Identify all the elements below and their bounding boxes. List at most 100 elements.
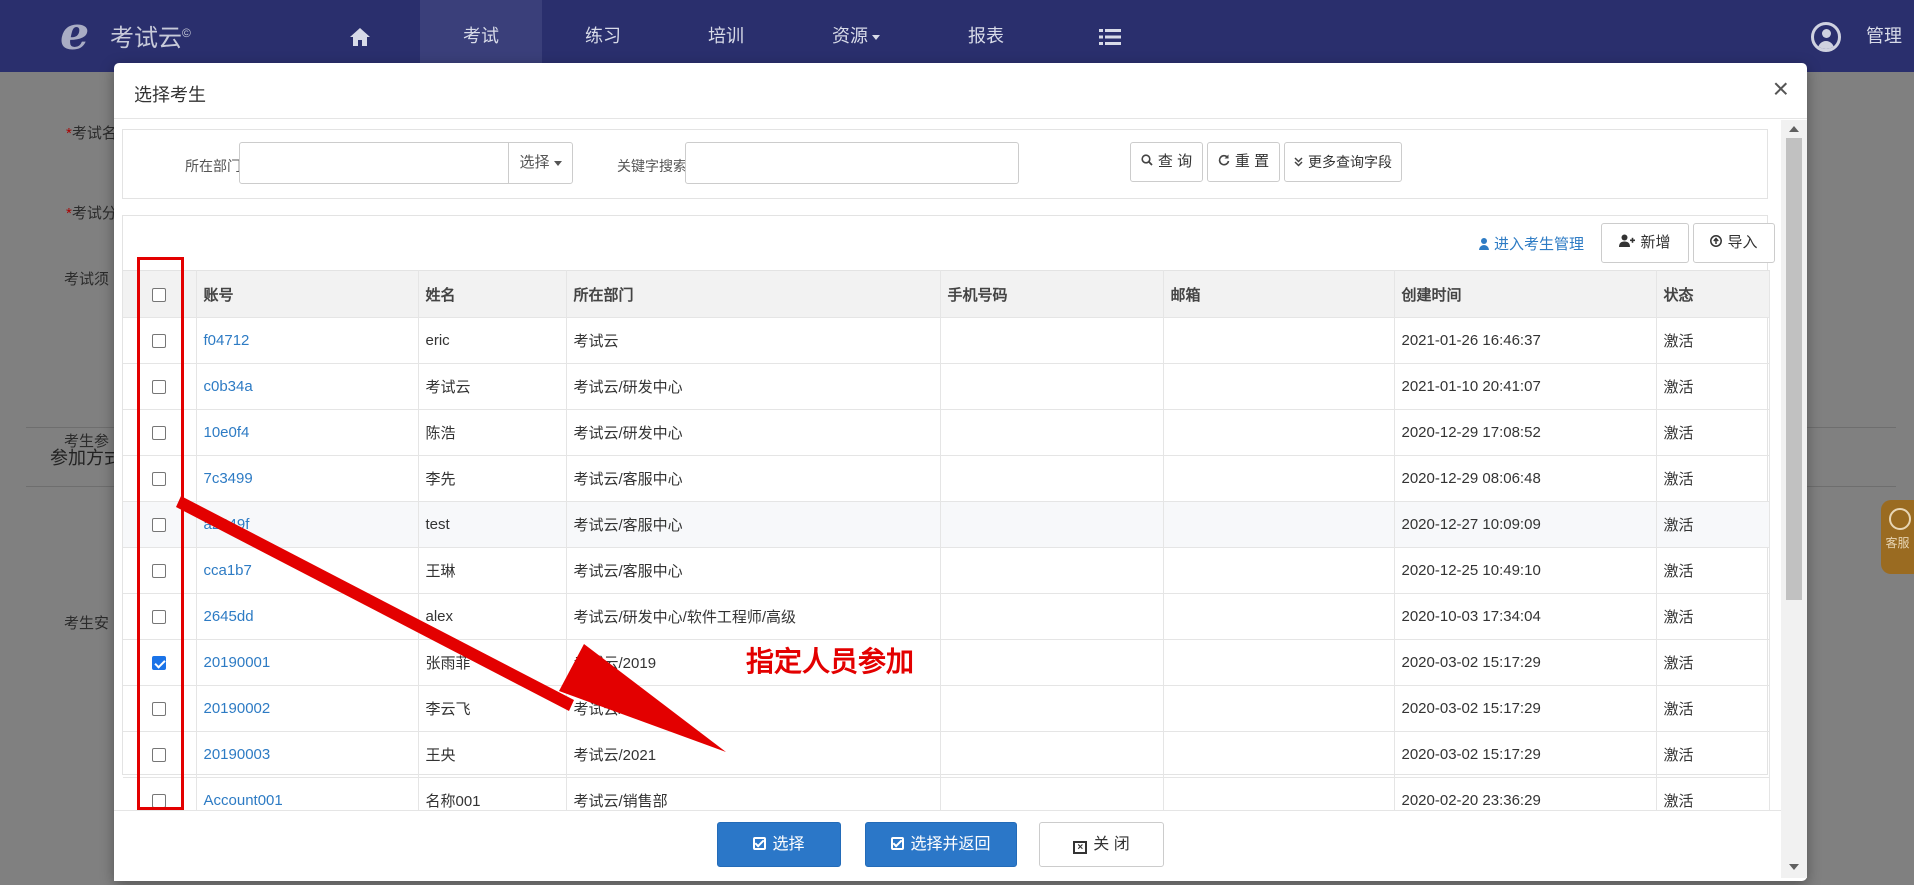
dept-select-button[interactable]: 选择 — [508, 142, 573, 184]
scroll-thumb[interactable] — [1786, 138, 1802, 600]
column-header-phone[interactable]: 手机号码 — [940, 270, 1164, 318]
row-checkbox[interactable] — [152, 518, 167, 533]
table-row[interactable]: f04712 eric 考试云 2021-01-26 16:46:37 激活 — [123, 317, 1770, 364]
table-row[interactable]: c0b34a 考试云 考试云/研发中心 2021-01-10 20:41:07 激活 — [123, 363, 1770, 410]
dept-input[interactable] — [239, 142, 509, 184]
check-square-icon — [753, 837, 767, 850]
row-checkbox-cell — [123, 317, 197, 364]
import-button[interactable]: 导入 — [1693, 223, 1775, 263]
cell-email — [1163, 363, 1395, 410]
cell-account[interactable]: cca1b7 — [196, 547, 419, 594]
user-avatar-icon[interactable] — [1808, 0, 1844, 72]
nav-resource[interactable]: 资源 — [795, 0, 917, 72]
cell-account[interactable]: 20190002 — [196, 685, 419, 732]
query-button[interactable]: 查 询 — [1130, 142, 1203, 182]
select-and-return-button[interactable]: 选择并返回 — [865, 822, 1017, 867]
cell-account[interactable]: a2349f — [196, 501, 419, 548]
list-icon[interactable] — [1090, 0, 1130, 72]
cell-account[interactable]: f04712 — [196, 317, 419, 364]
cell-created: 2020-02-20 23:36:29 — [1394, 777, 1657, 810]
column-header-account[interactable]: 账号 — [196, 270, 419, 318]
scroll-down-arrow-icon[interactable] — [1789, 864, 1799, 870]
home-icon[interactable] — [340, 0, 380, 72]
table-row[interactable]: a2349f test 考试云/客服中心 2020-12-27 10:09:09 激活 — [123, 501, 1770, 548]
modal-footer: 选择 选择并返回 × 关 闭 — [114, 810, 1781, 881]
column-header-email[interactable]: 邮箱 — [1163, 270, 1395, 318]
cell-account[interactable]: 7c3499 — [196, 455, 419, 502]
select-label: 选择 — [772, 836, 805, 853]
table-row[interactable]: cca1b7 王琳 考试云/客服中心 2020-12-25 10:49:10 激活 — [123, 547, 1770, 594]
nav-exam[interactable]: 考试 — [420, 0, 542, 72]
row-checkbox[interactable] — [152, 472, 167, 487]
cell-dept: 考试云/客服中心 — [566, 547, 941, 594]
row-checkbox-cell — [123, 547, 197, 594]
keyword-input[interactable] — [685, 142, 1019, 184]
select-button[interactable]: 选择 — [717, 822, 841, 867]
nav-admin[interactable]: 管理 — [1866, 0, 1914, 72]
cell-status: 激活 — [1656, 501, 1770, 548]
cell-name: 王央 — [418, 731, 567, 778]
row-checkbox[interactable] — [152, 564, 167, 579]
row-checkbox[interactable] — [152, 748, 167, 763]
column-header-status[interactable]: 状态 — [1656, 270, 1770, 318]
cell-status: 激活 — [1656, 363, 1770, 410]
row-checkbox[interactable] — [152, 656, 167, 671]
cell-email — [1163, 777, 1395, 810]
close-button[interactable]: × 关 闭 — [1039, 822, 1164, 867]
dept-select-label: 选择 — [519, 154, 550, 171]
manage-examinee-link[interactable]: 进入考生管理 — [1479, 233, 1584, 254]
cell-status: 激活 — [1656, 593, 1770, 640]
row-checkbox[interactable] — [152, 426, 167, 441]
column-header-name[interactable]: 姓名 — [418, 270, 567, 318]
logo[interactable]: e 考试云© — [60, 10, 191, 56]
row-checkbox[interactable] — [152, 334, 167, 349]
row-checkbox[interactable] — [152, 610, 167, 625]
cell-dept: 考试云/2020 — [566, 685, 941, 732]
cell-email — [1163, 409, 1395, 456]
cell-name: 考试云 — [418, 363, 567, 410]
cell-phone — [940, 501, 1164, 548]
select-all-checkbox[interactable] — [152, 287, 167, 302]
column-header-dept[interactable]: 所在部门 — [566, 270, 941, 318]
cell-account[interactable]: c0b34a — [196, 363, 419, 410]
row-checkbox[interactable] — [152, 702, 167, 717]
cell-name: alex — [418, 593, 567, 640]
cell-account[interactable]: 20190003 — [196, 731, 419, 778]
add-examinee-button[interactable]: 新增 — [1601, 223, 1689, 263]
more-fields-button[interactable]: 更多查询字段 — [1284, 142, 1402, 182]
cell-phone — [940, 593, 1164, 640]
cell-account[interactable]: 2645dd — [196, 593, 419, 640]
cell-dept: 考试云/研发中心 — [566, 409, 941, 456]
customer-service-button[interactable]: 客服 — [1881, 500, 1914, 574]
cell-account[interactable]: 10e0f4 — [196, 409, 419, 456]
nav-practice[interactable]: 练习 — [542, 0, 664, 72]
cell-name: eric — [418, 317, 567, 364]
cell-phone — [940, 317, 1164, 364]
row-checkbox[interactable] — [152, 380, 167, 395]
table-row[interactable]: 20190003 王央 考试云/2021 2020-03-02 15:17:29 激活 — [123, 731, 1770, 778]
cell-created: 2020-03-02 15:17:29 — [1394, 731, 1657, 778]
row-checkbox[interactable] — [152, 794, 167, 809]
table-row[interactable]: 2645dd alex 考试云/研发中心/软件工程师/高级 2020-10-03 17… — [123, 593, 1770, 640]
reset-label: 重 置 — [1234, 153, 1270, 170]
scroll-up-arrow-icon[interactable] — [1789, 126, 1799, 132]
table-row[interactable]: 20190001 张雨菲 考试云/2019 2020-03-02 15:17:29 激活 — [123, 639, 1770, 686]
cell-name: test — [418, 501, 567, 548]
modal-scrollbar[interactable] — [1781, 120, 1807, 878]
reset-button[interactable]: 重 置 — [1207, 142, 1280, 182]
cell-account[interactable]: Account001 — [196, 777, 419, 810]
nav-training[interactable]: 培训 — [665, 0, 787, 72]
table-row[interactable]: 10e0f4 陈浩 考试云/研发中心 2020-12-29 17:08:52 激活 — [123, 409, 1770, 456]
bg-label-arrangement: 考生安 — [64, 615, 110, 632]
manage-examinee-label: 进入考生管理 — [1494, 236, 1585, 253]
user-icon — [1479, 238, 1489, 250]
cell-email — [1163, 639, 1395, 686]
close-icon[interactable]: × — [1773, 75, 1789, 103]
nav-report[interactable]: 报表 — [925, 0, 1047, 72]
cell-status: 激活 — [1656, 777, 1770, 810]
table-row[interactable]: 7c3499 李先 考试云/客服中心 2020-12-29 08:06:48 激活 — [123, 455, 1770, 502]
table-row[interactable]: Account001 名称001 考试云/销售部 2020-02-20 23:36:2… — [123, 777, 1770, 810]
column-header-created[interactable]: 创建时间 — [1394, 270, 1657, 318]
table-row[interactable]: 20190002 李云飞 考试云/2020 2020-03-02 15:17:29 激活 — [123, 685, 1770, 732]
cell-account[interactable]: 20190001 — [196, 639, 419, 686]
